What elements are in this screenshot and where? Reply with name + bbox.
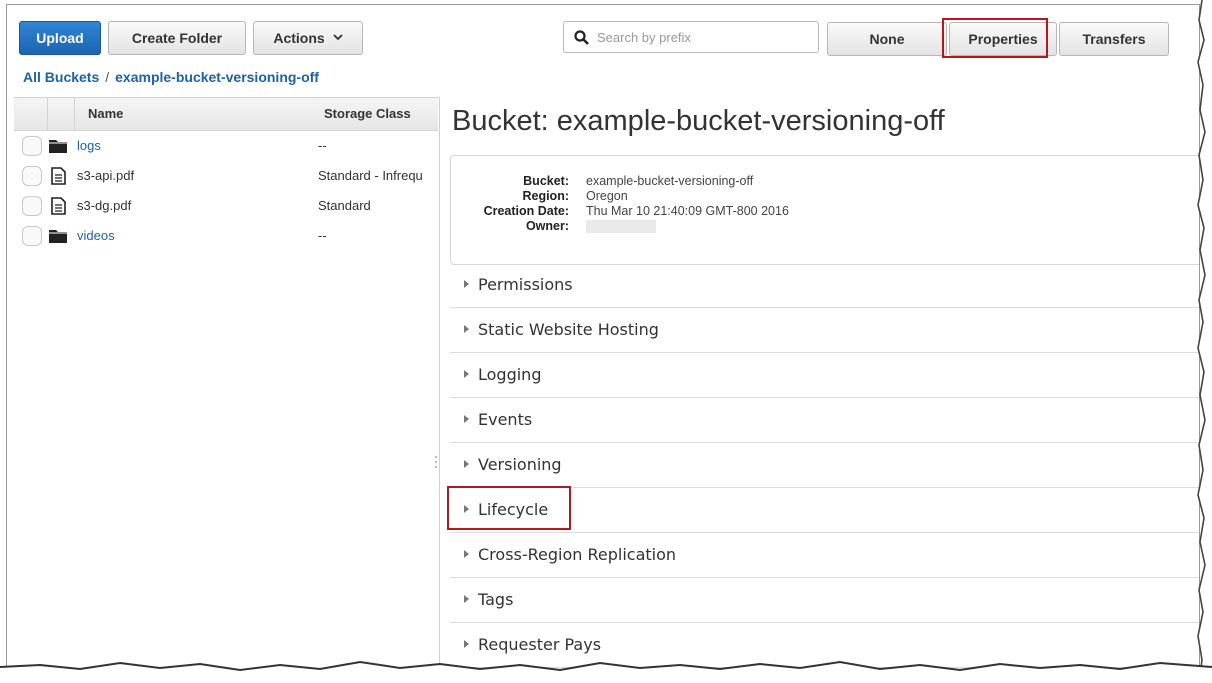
section-static-website-hosting[interactable]: Static Website Hosting	[450, 308, 1199, 353]
actions-label: Actions	[273, 30, 325, 46]
section-label: Permissions	[478, 275, 573, 294]
object-list-panel: Name Storage Class logs -- s3-api.pdf St…	[14, 97, 438, 677]
section-permissions[interactable]: Permissions	[450, 263, 1199, 308]
bucket-title: Bucket: example-bucket-versioning-off	[452, 105, 945, 137]
creation-date-label: Creation Date:	[483, 204, 569, 218]
section-label: Events	[478, 410, 533, 429]
section-label: Static Website Hosting	[478, 320, 659, 339]
folder-icon	[49, 230, 67, 243]
column-header-storage-class[interactable]: Storage Class	[324, 98, 411, 130]
creation-date-value: Thu Mar 10 21:40:09 GMT-800 2016	[586, 204, 789, 218]
bucket-value: example-bucket-versioning-off	[586, 174, 754, 188]
section-cross-region-replication[interactable]: Cross-Region Replication	[450, 533, 1199, 578]
view-none-button[interactable]: None	[827, 22, 947, 56]
breadcrumb-current-bucket[interactable]: example-bucket-versioning-off	[115, 69, 319, 85]
create-folder-button[interactable]: Create Folder	[108, 21, 246, 55]
object-name[interactable]: videos	[77, 228, 115, 243]
row-checkbox[interactable]	[22, 226, 42, 246]
section-versioning[interactable]: Versioning	[450, 443, 1199, 488]
section-tags[interactable]: Tags	[450, 578, 1199, 623]
properties-panel: Bucket: example-bucket-versioning-off Bu…	[440, 97, 1199, 677]
table-row[interactable]: logs --	[14, 131, 438, 161]
object-name[interactable]: s3-api.pdf	[77, 168, 134, 183]
lifecycle-highlight-box	[447, 486, 571, 530]
chevron-right-icon	[464, 595, 469, 603]
chevron-right-icon	[464, 280, 469, 288]
table-row[interactable]: videos --	[14, 221, 438, 251]
column-divider	[47, 98, 48, 130]
row-checkbox[interactable]	[22, 136, 42, 156]
section-label: Logging	[478, 365, 542, 384]
resize-grip-icon[interactable]	[434, 455, 438, 469]
section-label: Cross-Region Replication	[478, 545, 677, 564]
storage-class: Standard	[318, 198, 371, 213]
storage-class: --	[318, 138, 327, 153]
column-divider	[74, 98, 75, 130]
object-name[interactable]: s3-dg.pdf	[77, 198, 131, 213]
owner-label: Owner:	[525, 219, 569, 233]
search-icon	[574, 29, 589, 45]
row-checkbox[interactable]	[22, 196, 42, 216]
bucket-info-box: Bucket: example-bucket-versioning-off Re…	[450, 155, 1199, 265]
section-label: Tags	[478, 590, 514, 609]
breadcrumb: All Buckets / example-bucket-versioning-of…	[23, 69, 319, 85]
storage-class: --	[318, 228, 327, 243]
chevron-right-icon	[464, 550, 469, 558]
document-icon	[51, 167, 66, 185]
section-events[interactable]: Events	[450, 398, 1199, 443]
torn-edge-bottom	[0, 660, 1212, 683]
properties-highlight-box	[942, 18, 1048, 58]
torn-edge-right	[1194, 0, 1212, 683]
chevron-right-icon	[464, 640, 469, 648]
breadcrumb-separator: /	[105, 69, 110, 85]
table-row[interactable]: s3-dg.pdf Standard	[14, 191, 438, 221]
object-name[interactable]: logs	[77, 138, 101, 153]
table-header: Name Storage Class	[14, 97, 438, 131]
folder-icon	[49, 140, 67, 153]
upload-button[interactable]: Upload	[19, 21, 101, 55]
chevron-right-icon	[464, 325, 469, 333]
owner-value-redacted	[586, 220, 656, 233]
document-icon	[51, 197, 66, 215]
table-row[interactable]: s3-api.pdf Standard - Infrequ	[14, 161, 438, 191]
view-transfers-button[interactable]: Transfers	[1059, 22, 1169, 56]
chevron-down-icon	[333, 34, 343, 41]
actions-dropdown[interactable]: Actions	[253, 21, 363, 55]
region-label: Region:	[522, 189, 569, 203]
breadcrumb-all-buckets[interactable]: All Buckets	[23, 69, 99, 85]
region-value: Oregon	[586, 189, 628, 203]
row-checkbox[interactable]	[22, 166, 42, 186]
section-label: Versioning	[478, 455, 562, 474]
bucket-label: Bucket:	[523, 174, 569, 188]
search-input[interactable]: Search by prefix	[563, 21, 819, 53]
chevron-right-icon	[464, 460, 469, 468]
section-logging[interactable]: Logging	[450, 353, 1199, 398]
section-label: Requester Pays	[478, 635, 602, 654]
s3-console-window: Upload Create Folder Actions Search by p…	[6, 4, 1200, 678]
column-header-name[interactable]: Name	[88, 98, 123, 130]
chevron-right-icon	[464, 370, 469, 378]
chevron-right-icon	[464, 415, 469, 423]
storage-class: Standard - Infrequ	[318, 168, 423, 183]
search-placeholder: Search by prefix	[597, 29, 691, 45]
